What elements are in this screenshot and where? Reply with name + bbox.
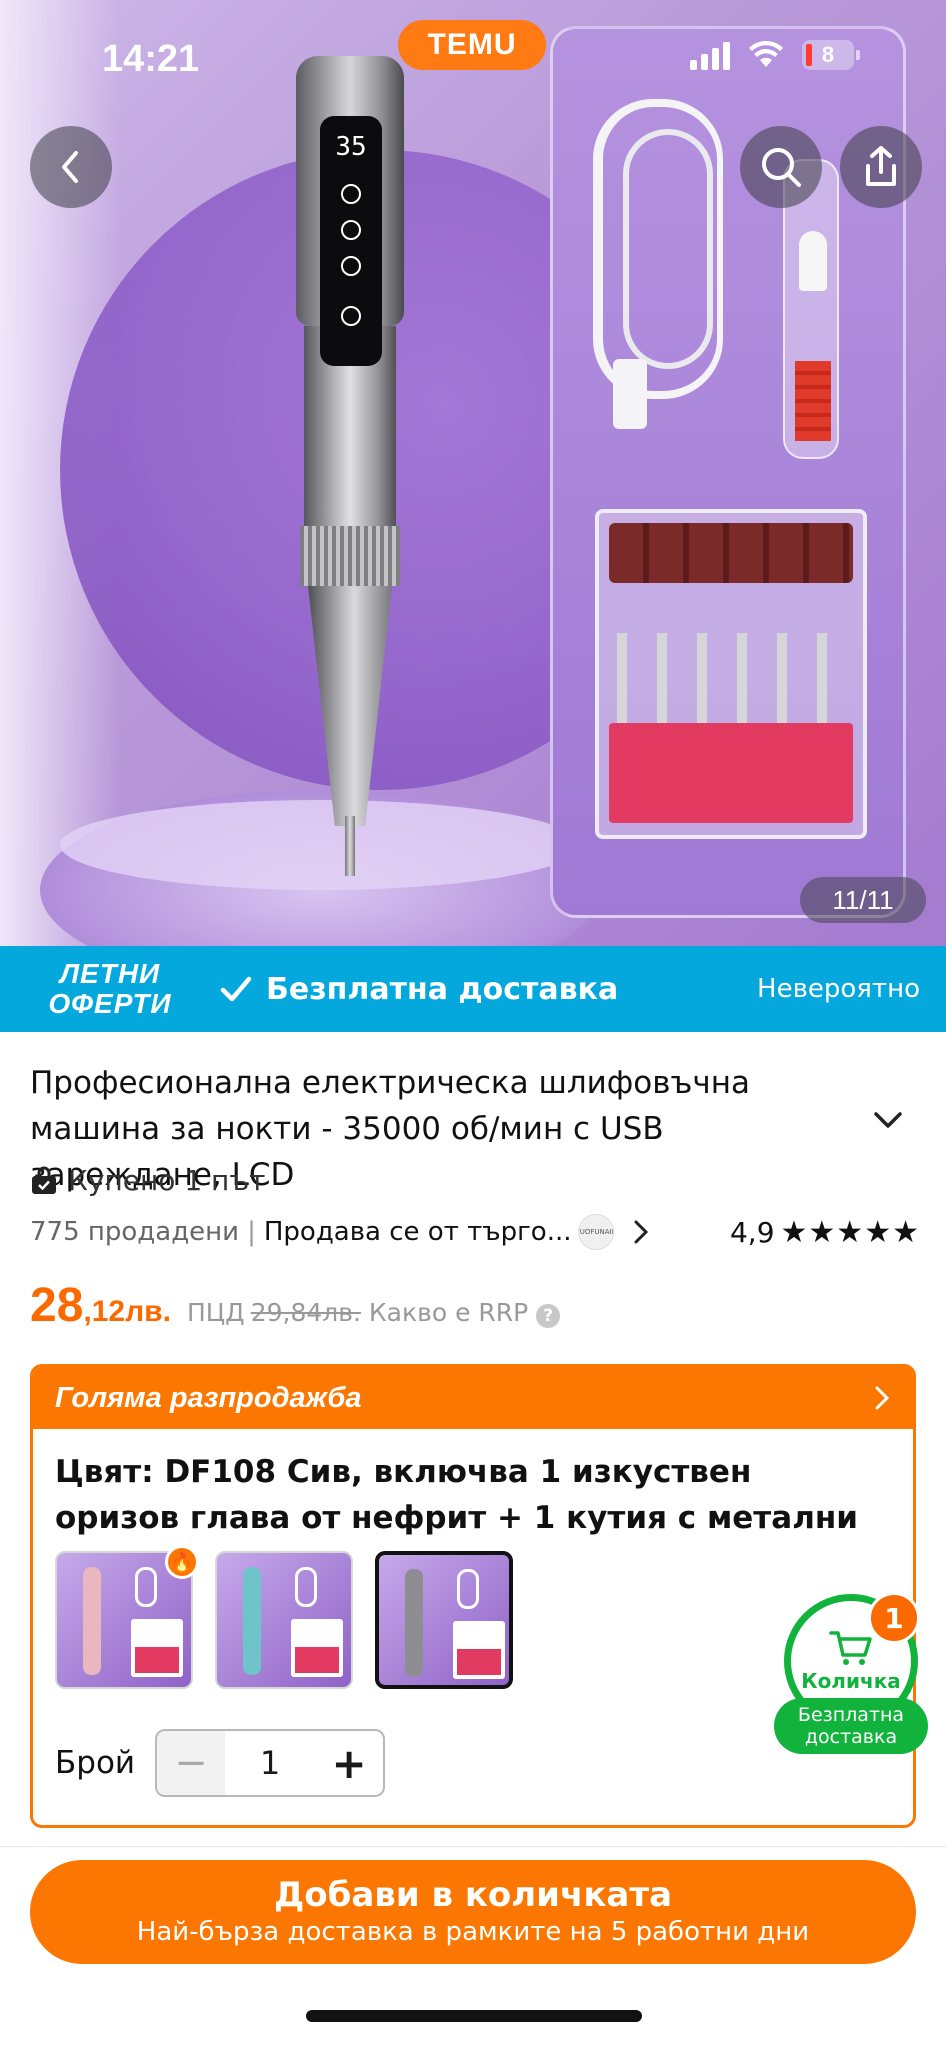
battery-icon: 8 bbox=[802, 40, 860, 70]
swatch-cable-image bbox=[295, 1567, 317, 1607]
cart-count-badge: 1 bbox=[868, 1592, 920, 1644]
color-swatch-gray-selected[interactable] bbox=[375, 1551, 513, 1689]
pen-mode-button-icon bbox=[341, 184, 361, 204]
flame-icon: 🔥 bbox=[165, 1545, 199, 1579]
help-icon[interactable]: ? bbox=[536, 1304, 561, 1328]
swatch-kit-image bbox=[453, 1621, 505, 1679]
cart-icon bbox=[829, 1631, 872, 1665]
sale-line-2: ОФЕРТИ bbox=[48, 988, 172, 1019]
free-shipping-label: Безплатна доставка bbox=[220, 972, 618, 1007]
sold-count: 775 продадени bbox=[30, 1217, 240, 1247]
big-sale-header[interactable]: Голяма разпродажба bbox=[33, 1367, 913, 1429]
seller-link[interactable]: Продава се от търго... bbox=[264, 1217, 572, 1247]
quantity-row: Брой − 1 + bbox=[55, 1729, 386, 1797]
sanding-sleeves bbox=[609, 523, 853, 583]
swatch-pen-image bbox=[83, 1567, 101, 1675]
big-sale-card: Голяма разпродажба Цвят: DF108 Сив, вклю… bbox=[30, 1364, 916, 1828]
bit-box-image bbox=[595, 509, 867, 839]
bought-info: Купено 1 път bbox=[30, 1164, 265, 1197]
cart-free-shipping-badge: Безплатна доставка bbox=[774, 1698, 928, 1754]
cellular-signal-icon bbox=[690, 40, 730, 70]
seller-logo[interactable]: YUOFUNAIL bbox=[577, 1214, 614, 1250]
pen-lcd-reading: 35 bbox=[335, 132, 367, 162]
share-icon bbox=[866, 146, 896, 186]
price-row: 28 ,12лв. ПЦД 29,84лв. Какво е RRP ? bbox=[30, 1278, 561, 1333]
chevron-down-icon bbox=[874, 1112, 902, 1128]
price-main: 28 bbox=[30, 1279, 84, 1332]
back-button[interactable] bbox=[30, 126, 112, 208]
pen-minus-button-icon bbox=[341, 256, 361, 276]
old-price: 29,84лв. bbox=[250, 1298, 361, 1327]
rating-stars[interactable]: ★★★★★ bbox=[781, 1215, 920, 1250]
pen-plus-button-icon bbox=[341, 220, 361, 240]
big-sale-title: Голяма разпродажба bbox=[55, 1381, 362, 1414]
color-swatch-pink[interactable]: 🔥 bbox=[55, 1545, 199, 1689]
checkmark-icon bbox=[220, 976, 252, 1002]
quantity-value[interactable]: 1 bbox=[225, 1744, 315, 1782]
share-button[interactable] bbox=[840, 126, 922, 208]
chevron-right-icon bbox=[875, 1386, 890, 1410]
quantity-label: Брой bbox=[55, 1745, 136, 1781]
cart-label: Количка bbox=[801, 1669, 901, 1693]
ceramic-bit bbox=[799, 231, 827, 291]
swatch-kit-image bbox=[291, 1619, 343, 1677]
swatch-cable-image bbox=[135, 1567, 157, 1607]
product-image-gallery[interactable]: 35 14:21 TEMU 8 11/11 bbox=[0, 0, 946, 946]
nail-drill-pen-image: 35 bbox=[290, 56, 410, 876]
swatch-kit-image bbox=[131, 1619, 183, 1677]
metal-bits bbox=[617, 633, 847, 723]
rating-value[interactable]: 4,9 bbox=[730, 1216, 775, 1249]
expand-title-button[interactable] bbox=[872, 1110, 904, 1134]
quantity-stepper: − 1 + bbox=[155, 1729, 386, 1797]
free-shipping-text: Безплатна доставка bbox=[266, 971, 619, 1007]
status-icons: 8 bbox=[690, 40, 860, 70]
image-counter: 11/11 bbox=[800, 877, 926, 923]
delivery-note: Най-бърза доставка в рамките на 5 работн… bbox=[136, 1917, 810, 1947]
seller-rating-row: 775 продадени | Продава се от търго... Y… bbox=[30, 1214, 920, 1250]
swatch-pen-image bbox=[405, 1569, 423, 1677]
bought-count: Купено 1 път bbox=[68, 1164, 266, 1197]
usb-plug bbox=[613, 359, 647, 429]
promo-banner[interactable]: ЛЕТНИ ОФЕРТИ Безплатна доставка Невероят… bbox=[0, 946, 946, 1032]
bit-holder bbox=[609, 723, 853, 823]
swatch-cable-image bbox=[457, 1569, 479, 1609]
color-swatch-teal[interactable] bbox=[215, 1551, 353, 1689]
what-is-rrp-link[interactable]: Какво е RRP bbox=[369, 1298, 528, 1327]
sanding-band bbox=[795, 361, 831, 441]
temu-logo: TEMU bbox=[398, 20, 546, 70]
search-icon bbox=[762, 148, 801, 187]
pen-grip bbox=[300, 526, 400, 586]
price-cents: ,12лв. bbox=[83, 1295, 171, 1328]
pen-taper bbox=[308, 586, 392, 826]
summer-sale-badge: ЛЕТНИ ОФЕРТИ bbox=[0, 959, 220, 1019]
add-to-cart-button[interactable]: Добави в количката Най-бърза доставка в … bbox=[30, 1860, 916, 1964]
bottom-divider bbox=[0, 1846, 946, 1847]
add-to-cart-label: Добави в количката bbox=[273, 1875, 673, 1915]
quantity-plus-button[interactable]: + bbox=[315, 1731, 383, 1795]
pen-power-button-icon bbox=[341, 306, 361, 326]
pen-bit bbox=[345, 816, 355, 876]
status-time: 14:21 bbox=[102, 38, 200, 80]
wifi-icon bbox=[749, 41, 783, 67]
chevron-right-icon[interactable] bbox=[632, 1218, 650, 1246]
swatch-pen-image bbox=[243, 1567, 261, 1675]
pen-lcd-screen: 35 bbox=[320, 116, 382, 366]
home-indicator[interactable] bbox=[306, 2010, 642, 2022]
sale-line-1: ЛЕТНИ bbox=[59, 958, 161, 989]
quantity-minus-button[interactable]: − bbox=[157, 1731, 226, 1795]
meta-separator: | bbox=[247, 1217, 256, 1247]
usb-cable-loop bbox=[623, 129, 713, 369]
search-button[interactable] bbox=[740, 126, 822, 208]
color-swatches: 🔥 bbox=[55, 1545, 513, 1689]
chevron-left-icon bbox=[62, 151, 78, 183]
shopping-bag-icon bbox=[32, 1166, 56, 1194]
promo-right-text: Невероятно bbox=[757, 974, 920, 1004]
rrp-label: ПЦД bbox=[186, 1298, 245, 1327]
